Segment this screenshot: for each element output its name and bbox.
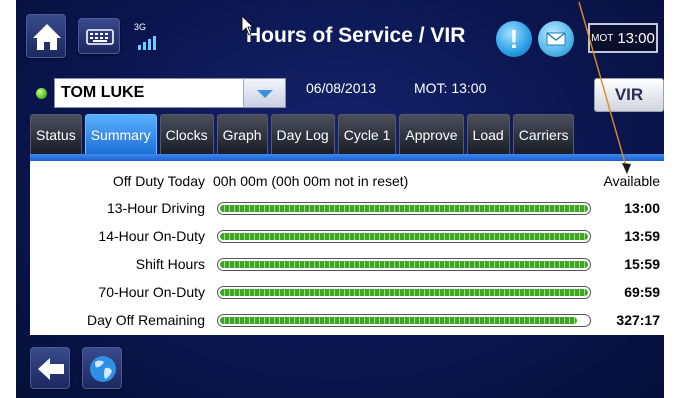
tab-bar: Status Summary Clocks Graph Day Log Cycl… xyxy=(30,114,575,154)
hours-available-value: 13:59 xyxy=(624,228,660,244)
hours-progress-bar xyxy=(217,230,591,243)
tab-status[interactable]: Status xyxy=(30,114,82,154)
home-button[interactable] xyxy=(26,14,66,58)
hours-progress-bar xyxy=(217,286,591,299)
hours-row-13-hour-driving: 13-Hour Driving 13:00 xyxy=(30,199,664,219)
off-duty-row: Off Duty Today 00h 00m (00h 00m not in r… xyxy=(30,173,664,191)
hours-row-label: 14-Hour On-Duty xyxy=(98,228,205,244)
tab-summary[interactable]: Summary xyxy=(84,114,157,154)
hours-row-label: Shift Hours xyxy=(135,256,205,272)
hours-row-shift-hours: Shift Hours 15:59 xyxy=(30,255,664,275)
mail-icon xyxy=(546,32,566,46)
keyboard-button[interactable] xyxy=(78,18,120,54)
home-icon xyxy=(33,24,61,50)
hours-row-label: 13-Hour Driving xyxy=(106,200,205,216)
driver-dropdown-button[interactable] xyxy=(243,79,285,107)
hours-progress-fill xyxy=(220,233,588,240)
driver-name: TOM LUKE xyxy=(61,84,145,101)
hours-row-day-off-remaining: Day Off Remaining 327:17 xyxy=(30,311,664,331)
tab-clocks[interactable]: Clocks xyxy=(159,114,214,154)
tab-carriers[interactable]: Carriers xyxy=(512,114,575,154)
clock-display: MOT 13:00 xyxy=(588,23,658,53)
hours-row-14-hour-on-duty: 14-Hour On-Duty 13:59 xyxy=(30,227,664,247)
hours-progress-fill xyxy=(220,317,577,324)
globe-icon xyxy=(90,356,116,382)
hours-progress-bar xyxy=(217,314,591,327)
hours-available-value: 15:59 xyxy=(624,256,660,272)
hours-available-value: 327:17 xyxy=(616,312,660,328)
alert-icon: ! xyxy=(509,24,519,54)
back-button[interactable] xyxy=(30,347,70,389)
tab-load[interactable]: Load xyxy=(466,114,510,154)
back-arrow-icon xyxy=(38,358,64,380)
hours-row-70-hour-on-duty: 70-Hour On-Duty 69:59 xyxy=(30,283,664,303)
hours-progress-fill xyxy=(220,261,588,268)
hours-available-value: 69:59 xyxy=(624,284,660,300)
available-heading: Available xyxy=(603,173,660,189)
driver-select[interactable]: TOM LUKE xyxy=(54,78,286,108)
alert-button[interactable]: ! xyxy=(496,21,532,57)
globe-button[interactable] xyxy=(82,347,122,389)
app-screen: 3G Hours of Service / VIR ! MOT 13:00 TO… xyxy=(16,0,664,398)
summary-panel: Off Duty Today 00h 00m (00h 00m not in r… xyxy=(30,161,664,335)
hours-progress-bar xyxy=(217,202,591,215)
mot-time: MOT: 13:00 xyxy=(414,80,487,96)
tab-underline xyxy=(30,154,664,161)
chevron-down-icon xyxy=(257,90,273,98)
tab-graph[interactable]: Graph xyxy=(216,114,268,154)
driver-status-indicator xyxy=(36,88,47,99)
mail-button[interactable] xyxy=(538,21,574,57)
hours-available-value: 13:00 xyxy=(624,200,660,216)
keyboard-icon xyxy=(86,29,114,45)
off-duty-value: 00h 00m (00h 00m not in reset) xyxy=(213,173,409,189)
hours-progress-fill xyxy=(220,205,588,212)
current-date: 06/08/2013 xyxy=(306,80,377,96)
clock-timezone: MOT xyxy=(591,32,614,44)
signal-indicator: 3G xyxy=(132,20,158,54)
hours-progress-bar xyxy=(217,258,591,271)
hours-row-label: Day Off Remaining xyxy=(86,312,205,328)
network-type: 3G xyxy=(134,22,147,32)
hours-row-label: 70-Hour On-Duty xyxy=(98,284,205,300)
vir-button[interactable]: VIR xyxy=(594,78,664,112)
off-duty-label: Off Duty Today xyxy=(112,173,205,189)
app-title: Hours of Service / VIR xyxy=(246,24,466,47)
tab-approve[interactable]: Approve xyxy=(399,114,464,154)
hours-progress-fill xyxy=(220,289,588,296)
tab-day-log[interactable]: Day Log xyxy=(270,114,335,154)
tab-cycle-1[interactable]: Cycle 1 xyxy=(337,114,397,154)
clock-time: 13:00 xyxy=(617,29,655,47)
